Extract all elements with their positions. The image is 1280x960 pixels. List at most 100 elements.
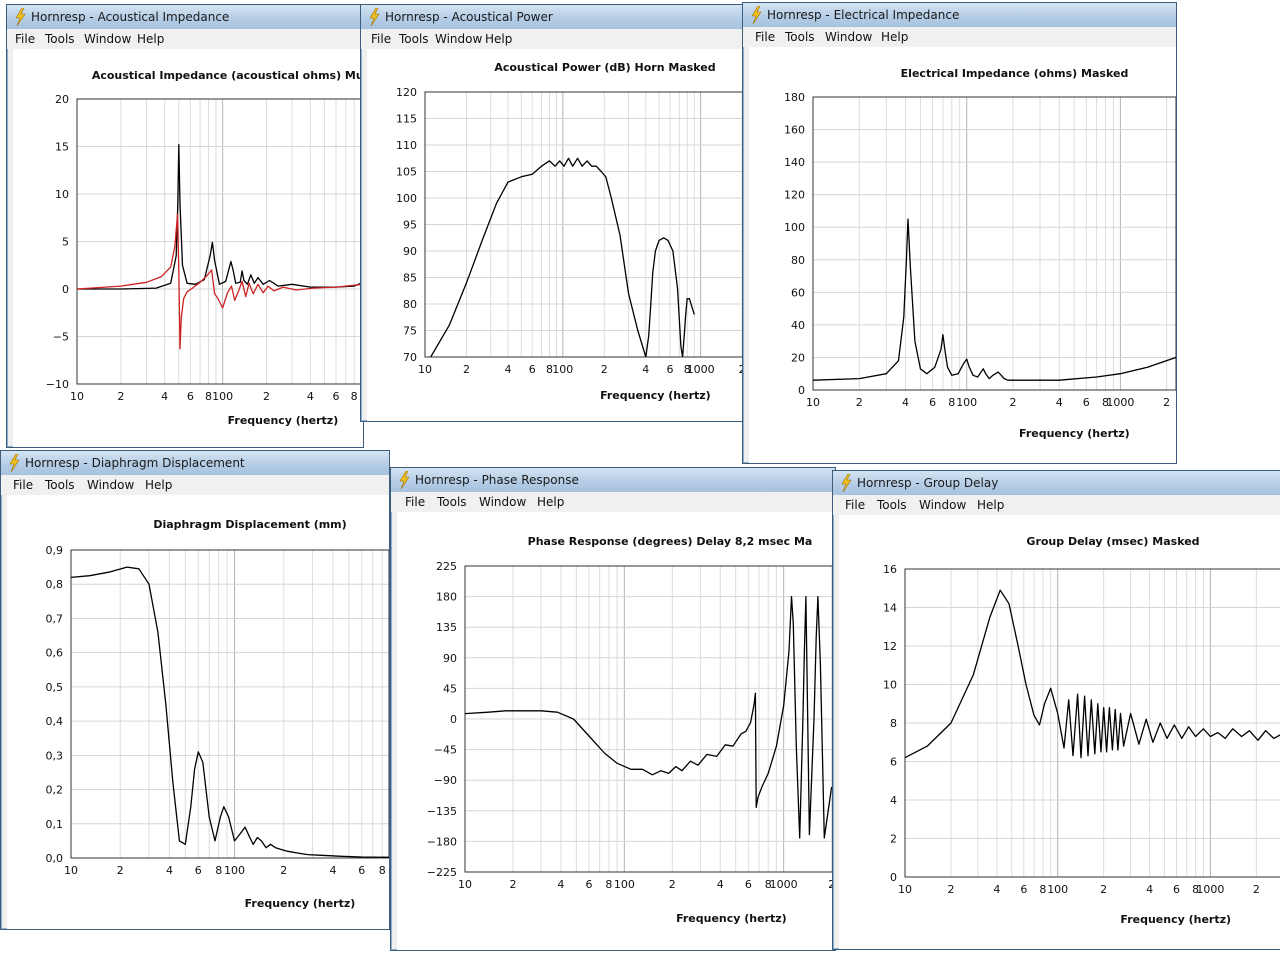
x-tick-label: 8 <box>351 390 358 403</box>
x-tick-label: 4 <box>557 878 564 891</box>
menu-help[interactable]: Help <box>537 495 564 509</box>
x-tick-label: 2 <box>947 883 954 896</box>
title-bar[interactable]: Hornresp - Acoustical Impedance <box>7 5 363 30</box>
menu-tools[interactable]: Tools <box>45 32 75 46</box>
menu-window[interactable]: Window <box>84 32 131 46</box>
y-tick-label: 120 <box>784 189 805 202</box>
y-tick-label: 80 <box>791 254 805 267</box>
menu-window[interactable]: Window <box>435 32 482 46</box>
window-title: Hornresp - Acoustical Power <box>385 10 553 24</box>
x-tick-label: 4 <box>1146 883 1153 896</box>
menu-window[interactable]: Window <box>825 30 872 44</box>
electrical-impedance-chart: 18016014012010080604020010 2 4 6 8 100 2 4 6 8100… <box>784 67 1176 440</box>
x-tick-label: 4 <box>330 864 337 877</box>
y-tick-label: 110 <box>396 139 417 152</box>
x-tick-label: 1000 <box>770 878 798 891</box>
menu-file[interactable]: File <box>755 30 775 44</box>
chart-area: 0,9 0,8 0,7 0,6 0,5 0,4 0,3 0,2 0,1 0,0 10 2 4 6 8 100 2… <box>7 495 389 929</box>
menu-help[interactable]: Help <box>485 32 512 46</box>
menu-help[interactable]: Help <box>977 498 1004 512</box>
window-acoustical-power[interactable]: Hornresp - Acoustical Power File Tools W… <box>360 4 746 422</box>
menu-tools[interactable]: Tools <box>399 32 429 46</box>
y-tick-label: 6 <box>890 756 897 769</box>
menu-tools[interactable]: Tools <box>437 495 467 509</box>
menu-help[interactable]: Help <box>145 478 172 492</box>
window-phase-response[interactable]: Hornresp - Phase Response File Tools Win… <box>390 467 836 951</box>
y-tick-label: 0,3 <box>46 749 64 762</box>
chart-area: 16 14 12 10 8 6 4 2 0 10 2 4 6 8 100 2 4 6 8 1000 2 Group Del… <box>839 515 1280 949</box>
x-tick-label: 2 <box>669 878 676 891</box>
menu-help[interactable]: Help <box>137 32 164 46</box>
x-axis-label: Frequency (hertz) <box>1120 913 1231 926</box>
title-bar[interactable]: Hornresp - Acoustical Power <box>361 5 745 30</box>
menu-tools[interactable]: Tools <box>877 498 907 512</box>
x-tick-label: 10 <box>806 396 820 409</box>
menu-file[interactable]: File <box>15 32 35 46</box>
window-electrical-impedance[interactable]: Hornresp - Electrical Impedance File Too… <box>742 2 1177 464</box>
title-bar[interactable]: Hornresp - Group Delay <box>833 471 1280 496</box>
menu-file[interactable]: File <box>845 498 865 512</box>
x-tick-label: 2 <box>263 390 270 403</box>
window-title: Hornresp - Group Delay <box>857 476 999 490</box>
y-tick-label: 90 <box>403 245 417 258</box>
x-tick-label: 6 <box>667 363 674 376</box>
y-tick-label: 135 <box>436 621 457 634</box>
x-tick-label: 2 <box>1253 883 1260 896</box>
menu-window[interactable]: Window <box>919 498 966 512</box>
x-tick-label: 2 <box>1163 396 1170 409</box>
x-tick-label: 4 <box>307 390 314 403</box>
menu-file[interactable]: File <box>371 32 391 46</box>
menu-window[interactable]: Window <box>479 495 526 509</box>
x-tick-label: 4 <box>902 396 909 409</box>
x-tick-label: 2 <box>509 878 516 891</box>
menu-bar: File Tools Window Help <box>361 29 745 49</box>
y-tick-label: 16 <box>883 563 897 576</box>
x-tick-label: 6 <box>332 390 339 403</box>
menu-bar: File Tools Window Help <box>743 27 1176 47</box>
x-tick-label: 100 <box>956 396 977 409</box>
menu-bar: File Tools Window Help <box>833 495 1280 515</box>
x-tick-label: 10 <box>898 883 912 896</box>
menu-window[interactable]: Window <box>87 478 134 492</box>
window-title: Hornresp - Electrical Impedance <box>767 8 960 22</box>
y-tick-label: 105 <box>396 166 417 179</box>
menu-tools[interactable]: Tools <box>45 478 75 492</box>
x-tick-label: 100 <box>212 390 233 403</box>
x-tick-label: 2 <box>117 864 124 877</box>
y-tick-label: −45 <box>434 744 457 757</box>
title-bar[interactable]: Hornresp - Diaphragm Displacement <box>1 451 389 476</box>
window-acoustical-impedance[interactable]: Hornresp - Acoustical Impedance File Too… <box>6 4 364 448</box>
x-tick-label: 4 <box>161 390 168 403</box>
x-tick-label: 6 <box>585 878 592 891</box>
phase-response-chart: 22518013590450−45−90−135−180−22510 2 4 6 8 10… <box>427 535 835 925</box>
title-bar[interactable]: Hornresp - Electrical Impedance <box>743 3 1176 28</box>
x-tick-label: 2 <box>117 390 124 403</box>
x-tick-label: 8 <box>205 390 212 403</box>
x-tick-label: 4 <box>642 363 649 376</box>
menu-file[interactable]: File <box>405 495 425 509</box>
x-tick-label: 4 <box>166 864 173 877</box>
window-group-delay[interactable]: Hornresp - Group Delay File Tools Window… <box>832 470 1280 950</box>
y-tick-label: −180 <box>427 835 457 848</box>
menu-file[interactable]: File <box>13 478 33 492</box>
x-tick-label: 6 <box>529 363 536 376</box>
y-tick-label: 120 <box>396 86 417 99</box>
x-tick-label: 6 <box>1083 396 1090 409</box>
x-tick-label: 2 <box>280 864 287 877</box>
chart-title: Diaphragm Displacement (mm) <box>153 518 346 531</box>
y-tick-label: 0,2 <box>46 784 64 797</box>
hornresp-app-icon <box>369 8 380 26</box>
y-tick-label: 0,0 <box>46 852 64 865</box>
y-tick-label: −5 <box>53 331 69 344</box>
menu-help[interactable]: Help <box>881 30 908 44</box>
x-axis-label: Frequency (hertz) <box>600 389 711 402</box>
chart-area: 120 115 110 105 100 95 90 85 80 75 70 10 2 4 6 8 100 2 4 6 8… <box>367 49 745 421</box>
y-tick-label: −135 <box>427 805 457 818</box>
menu-tools[interactable]: Tools <box>785 30 815 44</box>
window-diaphragm-displacement[interactable]: Hornresp - Diaphragm Displacement File T… <box>0 450 390 930</box>
x-tick-label: 100 <box>552 363 573 376</box>
title-bar[interactable]: Hornresp - Phase Response <box>391 468 835 493</box>
y-tick-label: −225 <box>427 866 457 879</box>
y-tick-label: 180 <box>784 91 805 104</box>
chart-title: Acoustical Impedance (acoustical ohms) M… <box>92 69 363 82</box>
